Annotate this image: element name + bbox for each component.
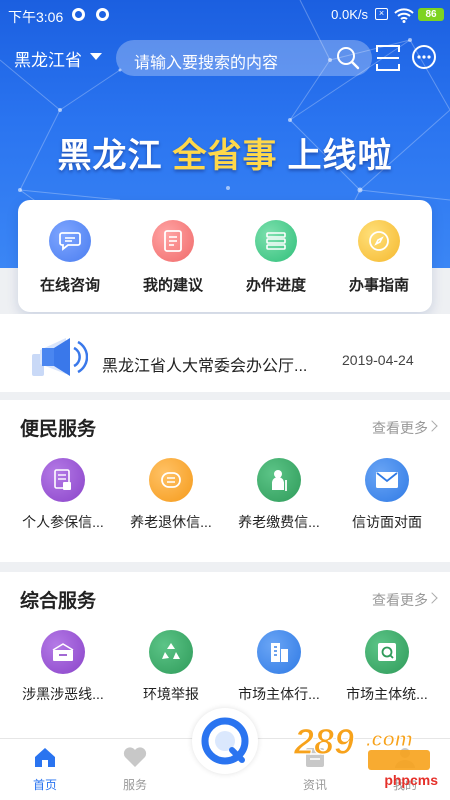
service-item[interactable]: 养老缴费信...: [223, 458, 335, 532]
search-placeholder: 请输入要搜索的内容: [134, 55, 279, 72]
promo-banner[interactable]: 黑龙江 全省事 上线啦: [0, 128, 450, 177]
insurance-doc-icon: [41, 458, 85, 502]
elder-icon: [257, 458, 301, 502]
tab-label: 首页: [32, 778, 57, 792]
service-label: 涉黑涉恶线...: [22, 686, 104, 702]
chat-icon: [49, 220, 91, 262]
tab-label: 服务: [122, 778, 147, 792]
service-label: 市场主体行...: [238, 686, 320, 702]
service-item[interactable]: 涉黑涉恶线...: [7, 630, 119, 704]
quick-action-progress[interactable]: 办件进度: [224, 220, 328, 295]
service-item[interactable]: 个人参保信...: [7, 458, 119, 532]
section-convenience-services: 便民服务 查看更多 个人参保信... 养老退休信... 养老缴费信... 信访面…: [0, 400, 450, 562]
safe-icon: [365, 630, 409, 674]
section-title: 综合服务: [20, 591, 97, 612]
chevron-right-icon[interactable]: [426, 420, 438, 432]
app-logo-icon: [201, 717, 249, 765]
notification-dot-icon: [96, 8, 109, 21]
service-label: 养老退休信...: [130, 514, 212, 530]
megaphone-icon: [32, 338, 88, 376]
wifi-icon: [394, 8, 414, 23]
notice-date: 2019-04-24: [342, 352, 414, 368]
notice-title: 黑龙江省人大常委会办公厅...: [102, 358, 308, 375]
quick-action-label: 我的建议: [142, 277, 203, 294]
list-icon: [255, 220, 297, 262]
quick-action-consult[interactable]: 在线咨询: [18, 220, 122, 295]
home-icon: [35, 748, 55, 767]
banner-text: 黑龙江: [57, 137, 163, 175]
search-icon[interactable]: [336, 46, 360, 70]
view-more-link[interactable]: 查看更多: [372, 418, 428, 438]
notice-row[interactable]: 黑龙江省人大常委会办公厅... 2019-04-24: [0, 314, 450, 392]
mail-icon: [365, 458, 409, 502]
banner-highlight: 全省事: [172, 137, 278, 175]
notification-dot-icon: [72, 8, 85, 21]
service-label: 环境举报: [143, 686, 199, 702]
top-bar: 黑龙江省 请输入要搜索的内容: [0, 38, 450, 78]
svg-text:.com: .com: [366, 729, 413, 751]
svg-text:289: 289: [293, 721, 354, 762]
watermark-logo: 289 .com: [292, 720, 430, 770]
quick-action-label: 在线咨询: [39, 277, 100, 294]
section-title: 便民服务: [20, 419, 97, 440]
service-item[interactable]: 市场主体行...: [223, 630, 335, 704]
battery-indicator: 86: [418, 8, 444, 21]
building-icon: [257, 630, 301, 674]
chevron-right-icon[interactable]: [426, 592, 438, 604]
network-speed: 0.0K/s: [331, 7, 368, 22]
service-item[interactable]: 环境举报: [115, 630, 227, 704]
service-label: 个人参保信...: [22, 514, 104, 530]
message-icon: [149, 458, 193, 502]
recycle-icon: [149, 630, 193, 674]
view-more-link[interactable]: 查看更多: [372, 590, 428, 610]
service-label: 市场主体统...: [346, 686, 428, 702]
service-label: 养老缴费信...: [238, 514, 320, 530]
tab-label: 资讯: [302, 778, 327, 792]
message-icon[interactable]: [411, 44, 437, 72]
report-box-icon: [41, 630, 85, 674]
tab-home[interactable]: 首页: [5, 739, 85, 793]
scan-icon[interactable]: [375, 44, 401, 72]
chevron-down-icon[interactable]: [90, 53, 102, 60]
watermark-text: phpcms: [384, 772, 438, 788]
service-label: 信访面对面: [352, 514, 422, 530]
service-item[interactable]: 信访面对面: [331, 458, 443, 532]
quick-actions-card: 在线咨询 我的建议 办件进度 办事指南: [18, 200, 432, 312]
region-selector[interactable]: 黑龙江省: [14, 46, 82, 71]
quick-action-guide[interactable]: 办事指南: [327, 220, 431, 295]
center-action-button[interactable]: [192, 708, 258, 774]
quick-action-label: 办件进度: [245, 277, 306, 294]
service-item[interactable]: 养老退休信...: [115, 458, 227, 532]
service-item[interactable]: 市场主体统...: [331, 630, 443, 704]
quick-action-suggestion[interactable]: 我的建议: [121, 220, 225, 295]
quick-action-label: 办事指南: [348, 277, 409, 294]
search-input[interactable]: 请输入要搜索的内容: [116, 40, 372, 76]
status-bar: 下午3:06 0.0K/s × 86: [0, 0, 450, 30]
heart-icon: [123, 747, 147, 767]
document-icon: [152, 220, 194, 262]
status-time: 下午3:06: [8, 9, 64, 25]
compass-icon: [358, 220, 400, 262]
banner-text: 上线啦: [287, 137, 393, 175]
tab-service[interactable]: 服务: [95, 739, 175, 793]
sim-icon: ×: [375, 8, 388, 20]
